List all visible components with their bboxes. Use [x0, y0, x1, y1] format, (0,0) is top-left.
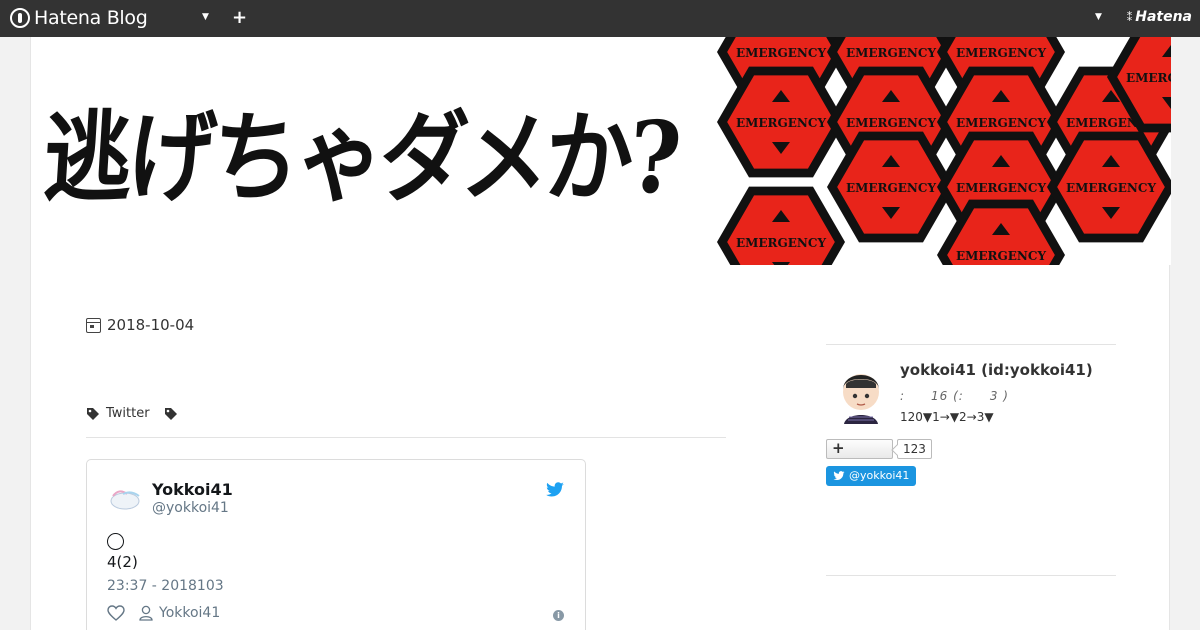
- emergency-label: EMERGENCY: [1066, 181, 1156, 195]
- tag-icon[interactable]: [164, 407, 178, 421]
- hatena-topbar: Hatena Blog ▼ + ▼ ⁑ Hatena: [0, 0, 1200, 37]
- entry-tags: Twitter: [86, 406, 184, 421]
- calendar-icon: [86, 317, 101, 333]
- emergency-label: EMERGENCY: [956, 249, 1046, 263]
- tweet-avatar[interactable]: [107, 484, 143, 514]
- chevron-down-icon[interactable]: ▼: [1095, 12, 1102, 22]
- tag-link-twitter[interactable]: Twitter: [106, 406, 150, 421]
- tweet-author-handle[interactable]: @yokkoi41: [152, 500, 229, 516]
- divider: [826, 575, 1116, 576]
- emergency-label: EMERGENCY: [736, 116, 826, 130]
- emergency-label: EMERGENCY: [846, 46, 936, 60]
- twitter-follow-label: @yokkoi41: [849, 469, 910, 482]
- tweet-user-label: Yokkoi41: [159, 605, 221, 621]
- follower-count[interactable]: 123: [897, 439, 932, 459]
- hatena-blog-logo[interactable]: Hatena Blog: [10, 7, 148, 29]
- hatena-account-link[interactable]: ⁑ Hatena: [1127, 9, 1192, 25]
- heart-icon[interactable]: [107, 605, 125, 621]
- tweet-author-name[interactable]: Yokkoi41: [152, 480, 233, 499]
- twitter-bird-icon[interactable]: [545, 482, 565, 498]
- blog-title: 逃げちゃダメか?: [40, 99, 681, 216]
- entry-date-text: 2018-10-04: [107, 316, 195, 334]
- person-icon: [139, 605, 153, 621]
- blog-page: 逃げちゃダメか? EMERGENCY EMERGENCY EMERGENCY EMER…: [30, 37, 1171, 630]
- divider: [826, 344, 1116, 345]
- arrow-down-icon: [772, 262, 790, 265]
- follow-button[interactable]: +: [826, 439, 893, 459]
- emergency-label: EMERGENCY: [846, 116, 936, 130]
- embedded-tweet[interactable]: Yokkoi41 @yokkoi41 4(2) 23:37 - 2018103 …: [86, 459, 586, 630]
- emergency-label: EMERGENCY: [1126, 71, 1171, 85]
- tweet-user-link[interactable]: Yokkoi41: [139, 605, 220, 621]
- tweet-text-circle: [107, 533, 124, 550]
- tweet-text: 4(2): [107, 553, 138, 571]
- profile-description: 120▼1→▼2→3▼: [900, 410, 994, 424]
- chevron-down-icon[interactable]: ▼: [202, 12, 209, 22]
- info-icon[interactable]: i: [553, 610, 564, 621]
- profile-stats: : 16 (: 3 ): [900, 389, 1009, 403]
- tweet-actions: Yokkoi41: [107, 605, 220, 621]
- twitter-bird-icon: [833, 471, 845, 481]
- tweet-timestamp[interactable]: 23:37 - 2018103: [107, 578, 224, 594]
- profile-avatar[interactable]: [836, 362, 886, 424]
- emergency-label: EMERGENCY: [736, 46, 826, 60]
- emergency-hexagons-image: EMERGENCY EMERGENCY EMERGENCY EMERGENCY EMER…: [717, 37, 1171, 265]
- brand-name: Hatena Blog: [34, 7, 148, 29]
- entry-date[interactable]: 2018-10-04: [86, 316, 194, 334]
- profile-name[interactable]: yokkoi41 (id:yokkoi41): [900, 361, 1093, 379]
- hatena-logo-icon: [10, 8, 30, 28]
- hatena-mark-icon: ⁑: [1126, 10, 1133, 24]
- emergency-label: EMERGENCY: [736, 236, 826, 250]
- emergency-label: EMERGENCY: [956, 181, 1046, 195]
- blog-header-banner[interactable]: 逃げちゃダメか? EMERGENCY EMERGENCY EMERGENCY EMER…: [31, 37, 1171, 265]
- emergency-label: EMERGENCY: [956, 116, 1046, 130]
- add-icon[interactable]: +: [232, 7, 247, 28]
- emergency-label: EMERGENCY: [956, 46, 1046, 60]
- tag-icon: [87, 407, 99, 420]
- hatena-label: Hatena: [1135, 9, 1192, 25]
- divider: [86, 437, 726, 438]
- emergency-label: EMERGENCY: [846, 181, 936, 195]
- twitter-follow-button[interactable]: @yokkoi41: [826, 466, 917, 486]
